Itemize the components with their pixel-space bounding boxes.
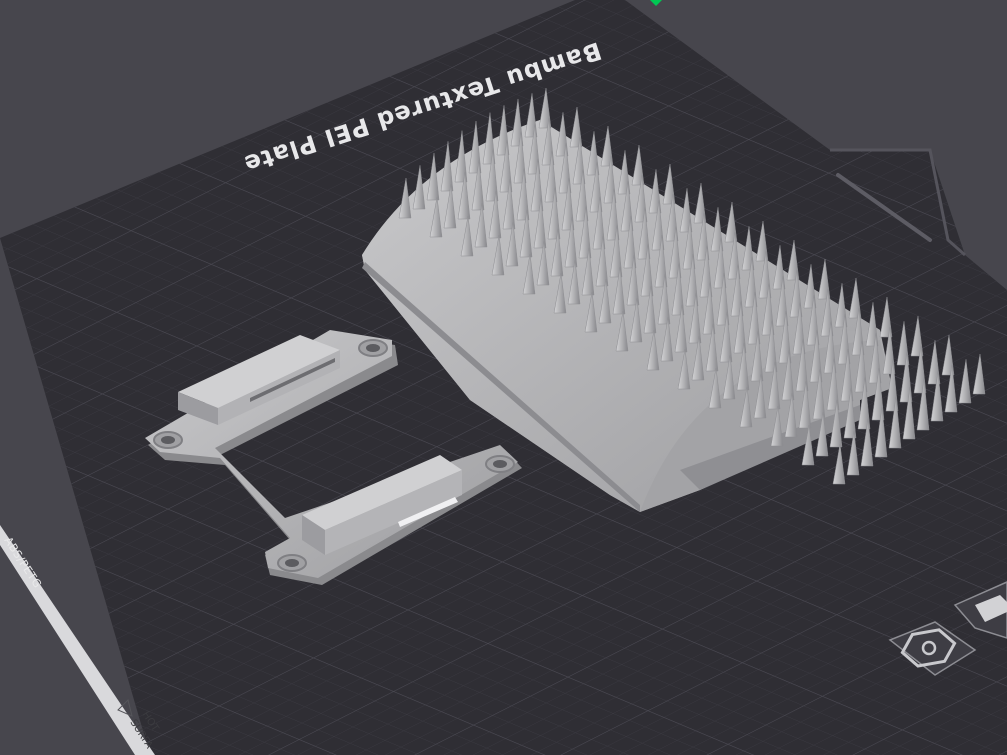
3d-viewport[interactable]: Bambu Textured PEI Plate ABS/PETG HOT SU…	[0, 0, 1007, 755]
filament-label: ABS/PETG	[1, 535, 44, 591]
axis-indicator	[650, 0, 662, 6]
